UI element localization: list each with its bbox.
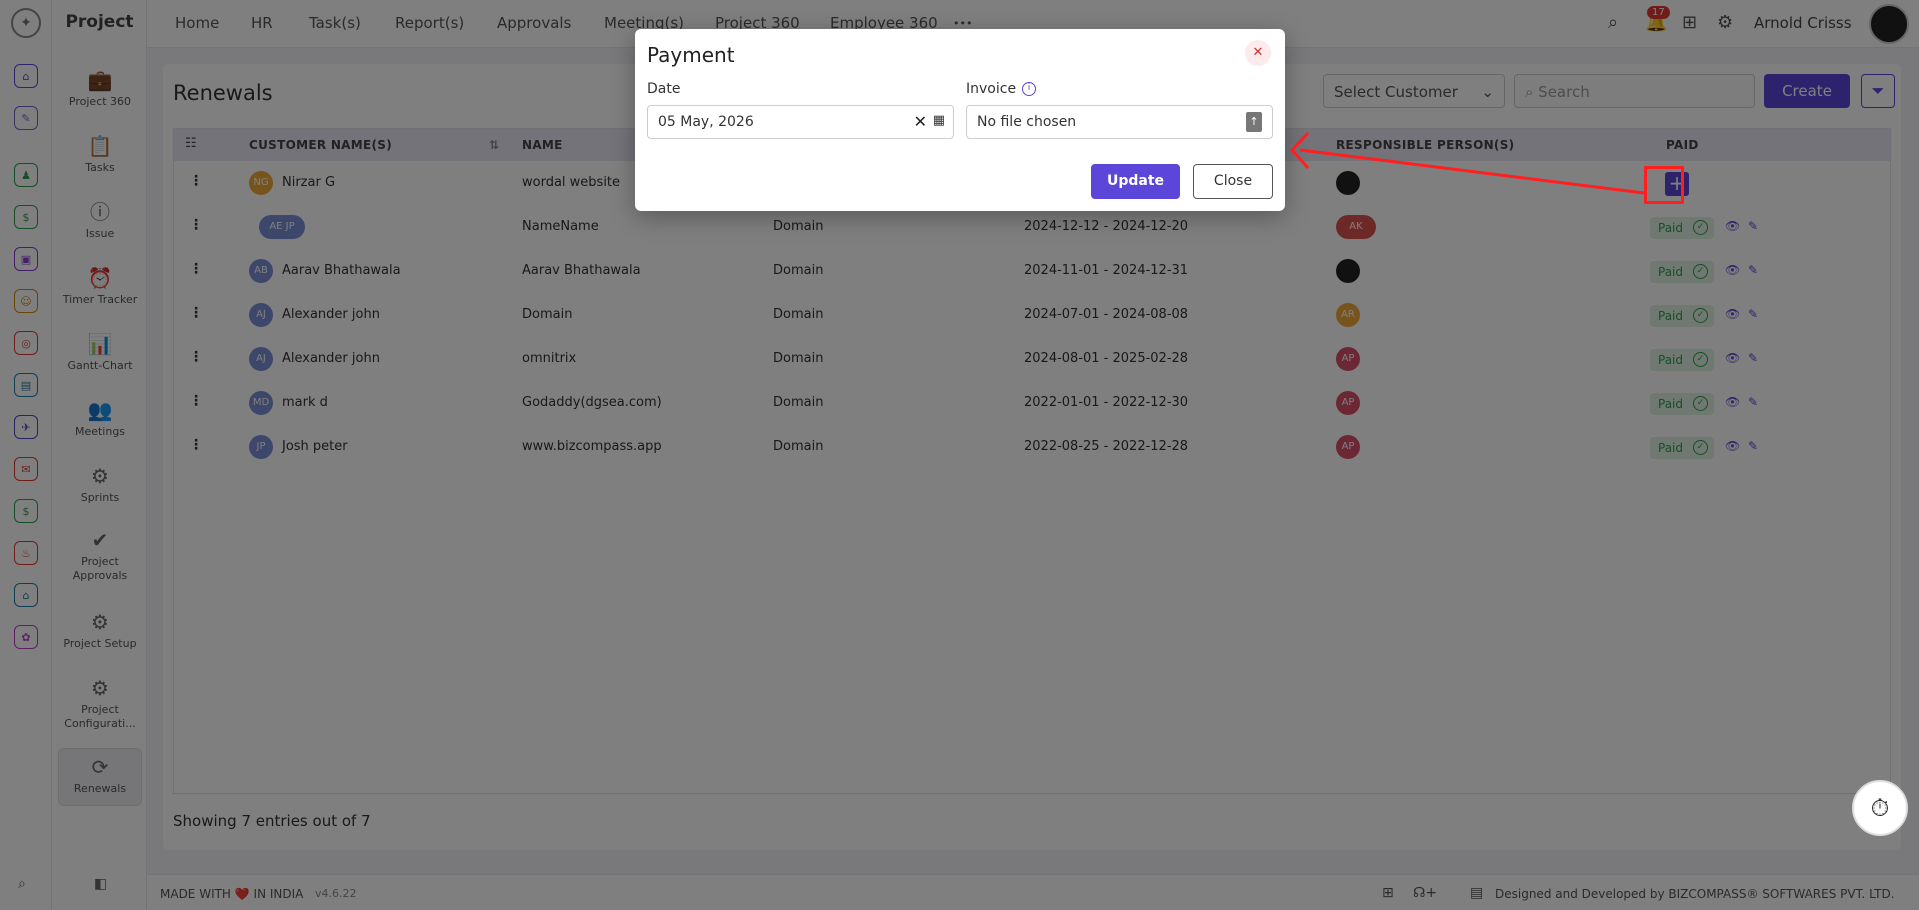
annotation-arrow (1289, 131, 1645, 195)
highlight-box (1644, 166, 1684, 204)
